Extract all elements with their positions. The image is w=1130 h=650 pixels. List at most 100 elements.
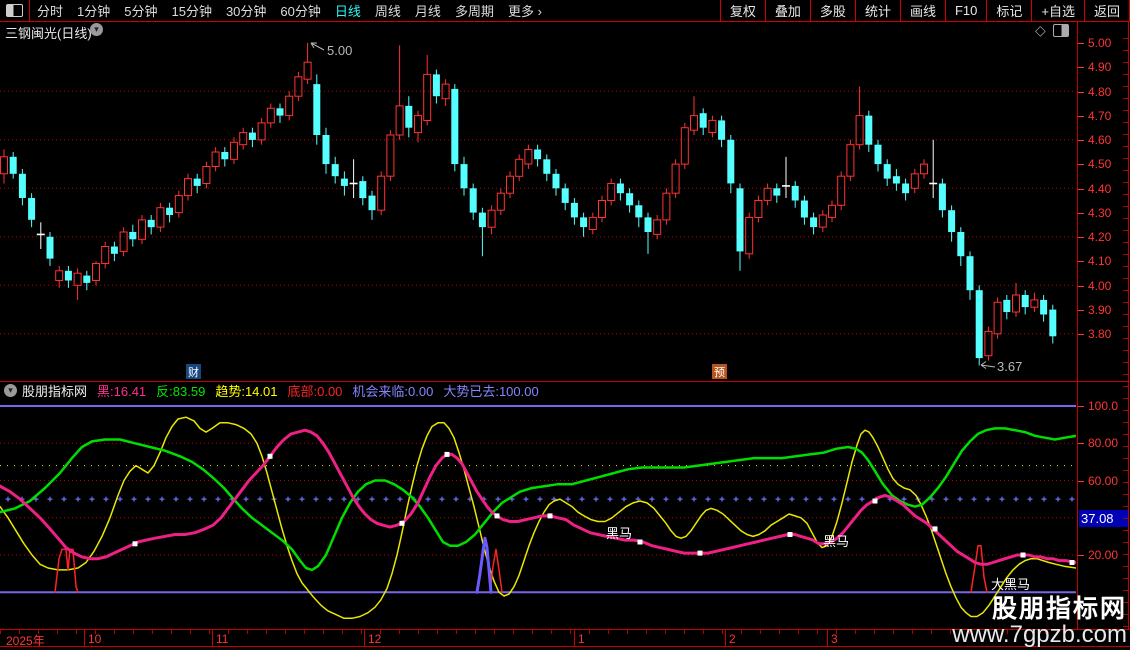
candle [957,227,964,266]
candle [967,251,974,300]
topbar-menu-item-8[interactable]: 返回 [1084,0,1130,21]
period-item-6[interactable]: 日线 [328,1,368,20]
candle [847,140,854,181]
candle [902,179,909,201]
month-separator [84,630,85,646]
candle [700,108,707,135]
diamond-icon[interactable]: ◇ [1035,22,1046,39]
candle [185,174,192,201]
topbar-menu-item-5[interactable]: F10 [945,0,986,21]
low-annotation: 3.67 [981,359,1022,374]
indicator-axis-label: 60.00 [1077,474,1126,488]
candle [1,150,8,184]
opportunity-spike [477,538,491,592]
axis-minor-ticks [1123,38,1128,629]
price-axis-label: 4.10 [1077,254,1126,268]
candle [626,188,633,212]
event-badge-0[interactable]: 财 [186,364,201,379]
indicator-axis-label: 80.00 [1077,436,1126,450]
period-item-10[interactable]: 更多 › [501,1,549,20]
candle [829,200,836,222]
magenta-marker [133,541,138,546]
candle [645,213,652,254]
candle [240,128,247,150]
price-axis-label: 3.80 [1077,327,1126,341]
topbar-menu-item-3[interactable]: 统计 [855,0,900,21]
period-item-1[interactable]: 1分钟 [70,1,117,20]
panel-toggle-icon[interactable] [1053,24,1069,37]
low-price-label: 3.67 [997,359,1022,374]
candle [875,140,882,172]
candle [856,87,863,150]
topbar-menu-item-2[interactable]: 多股 [810,0,855,21]
period-item-7[interactable]: 周线 [368,1,408,20]
topbar-menu-item-0[interactable]: 复权 [720,0,765,21]
topbar-menu-item-4[interactable]: 画线 [900,0,945,21]
indicator-axis-label: 20.00 [1077,548,1126,562]
fifty-plus-line [6,497,1075,502]
candlestick-chart[interactable]: 5.003.67 [0,38,1076,381]
app-window: 分时1分钟5分钟15分钟30分钟60分钟日线周线月线多周期更多 › 复权叠加多股… [0,0,1130,650]
candle [1031,293,1038,312]
signal-label-1: 黑马 [823,534,849,549]
candle [507,171,514,198]
month-label-2: 12 [368,632,381,646]
candle [304,43,311,84]
period-item-4[interactable]: 30分钟 [219,1,273,20]
candle [28,193,35,227]
topbar-menu-item-7[interactable]: +自选 [1031,0,1084,21]
period-item-8[interactable]: 月线 [408,1,448,20]
candle [1003,295,1010,319]
candle [56,266,63,288]
candle [102,242,109,269]
candle [755,196,762,223]
candle [1040,295,1047,322]
magenta-marker [495,513,500,518]
topbar-menu-item-1[interactable]: 叠加 [765,0,810,21]
magenta-marker [933,526,938,531]
candle [74,268,81,300]
candle [553,169,560,196]
candle [994,297,1001,338]
event-badge-1[interactable]: 预 [712,364,727,379]
candle [166,203,173,222]
chevron-down-icon[interactable]: ▾ [90,23,103,36]
candle [424,55,431,125]
magenta-marker [1070,560,1075,565]
price-axis-label: 4.90 [1077,60,1126,74]
magenta-marker [1021,553,1026,558]
candle [19,169,26,205]
candle [212,147,219,171]
period-menu: 分时1分钟5分钟15分钟30分钟60分钟日线周线月线多周期更多 › [30,0,549,21]
magenta-marker [788,532,793,537]
topbar-menu-item-6[interactable]: 标记 [986,0,1031,21]
indicator-chart[interactable]: 黑马黑马大黑马 [0,398,1076,629]
candle [617,179,624,201]
magenta-marker [445,452,450,457]
period-item-3[interactable]: 15分钟 [164,1,218,20]
candle [681,123,688,169]
candle [295,72,302,101]
window-menu-cell[interactable] [0,0,30,21]
candle [929,140,937,198]
candle [488,205,495,234]
period-item-5[interactable]: 60分钟 [273,1,327,20]
period-item-0[interactable]: 分时 [30,1,70,20]
magenta-marker [698,551,703,556]
candle [461,157,468,196]
month-separator [574,630,575,646]
candle [746,213,753,259]
bottom-signal-spike [971,546,987,593]
candle [442,79,449,106]
candle [175,191,182,218]
period-item-2[interactable]: 5分钟 [117,1,164,20]
candle [497,188,504,215]
magenta-marker [268,454,273,459]
signal-label-0: 黑马 [606,526,632,541]
candle [249,128,256,147]
indicator-collapse-icon[interactable]: ▾ [4,384,17,397]
candle [350,159,358,198]
price-axis-label: 4.80 [1077,85,1126,99]
period-item-9[interactable]: 多周期 [448,1,501,20]
layout-toggle-icon[interactable] [6,4,23,17]
